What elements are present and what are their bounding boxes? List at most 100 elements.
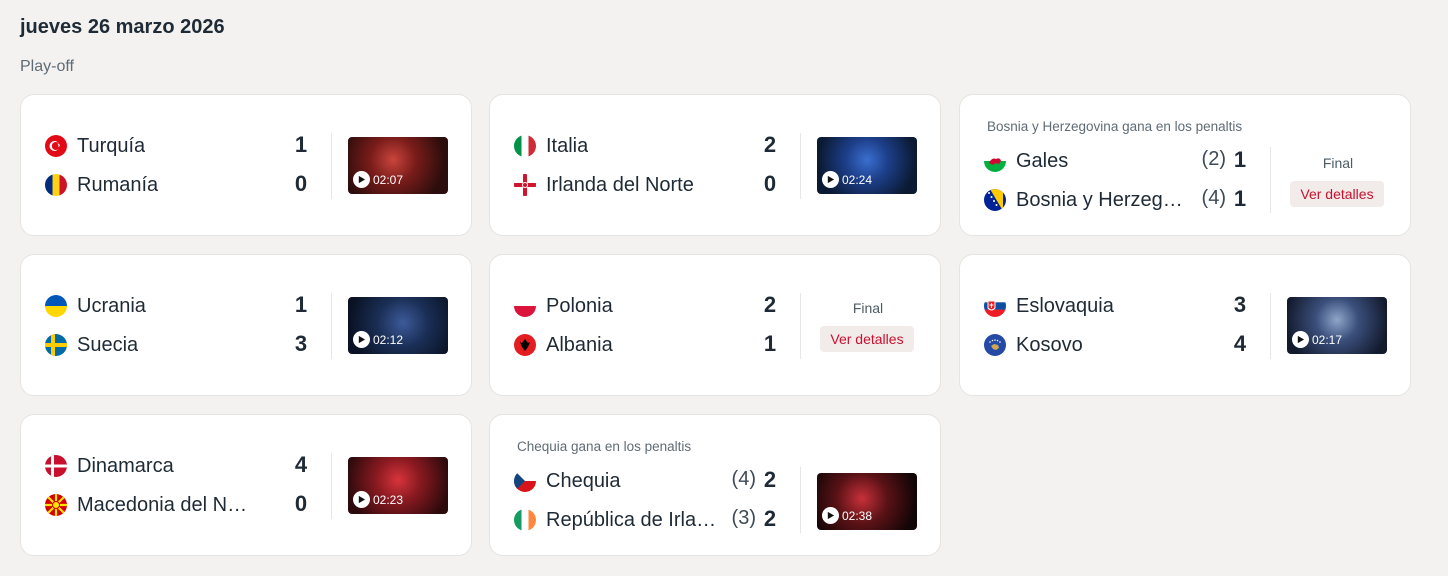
team-row-away[interactable]: Suecia — [45, 331, 315, 359]
ukraine-flag-icon — [45, 295, 67, 317]
team-score: 2 — [763, 467, 777, 492]
team-name: Rumanía — [77, 173, 159, 196]
play-icon — [353, 331, 370, 348]
divider — [800, 133, 801, 199]
team-row-home[interactable]: Polonia — [514, 292, 784, 320]
team-name: Turquía — [77, 134, 146, 157]
kosovo-flag-icon — [984, 334, 1006, 356]
divider — [800, 467, 801, 533]
team-row-away[interactable]: Albania — [514, 331, 784, 359]
play-icon — [353, 491, 370, 508]
video-duration: 02:23 — [373, 492, 404, 507]
team-score: 1 — [763, 331, 777, 356]
divider — [331, 453, 332, 519]
video-badge: 02:23 — [353, 491, 403, 508]
video-duration: 02:24 — [842, 172, 873, 187]
video-thumbnail[interactable]: 02:17 — [1287, 297, 1387, 354]
match-card[interactable]: Turquía 1 Rumanía 0 02:07 — [20, 94, 472, 236]
team-score: 2 — [763, 132, 777, 157]
team-row-home[interactable]: Ucrania — [45, 292, 315, 320]
video-thumbnail[interactable]: 02:38 — [817, 473, 917, 530]
divider — [1270, 293, 1271, 359]
match-status: Final — [852, 300, 884, 316]
team-name: Eslovaquia — [1016, 294, 1114, 317]
video-duration: 02:07 — [373, 172, 404, 187]
details-button[interactable]: Ver detalles — [1290, 181, 1384, 207]
north-macedonia-flag-icon — [45, 494, 67, 516]
match-card[interactable]: Italia 2 Irlanda del Norte 0 02:24 — [489, 94, 941, 236]
penalty-score: (4) — [731, 468, 756, 490]
team-name: Bosnia y Herzegovina — [1016, 188, 1191, 211]
sweden-flag-icon — [45, 334, 67, 356]
team-score: 2 — [763, 506, 777, 531]
team-name: Polonia — [546, 294, 613, 317]
team-score: 1 — [294, 132, 308, 157]
northern-ireland-flag-icon — [514, 174, 536, 196]
slovakia-flag-icon — [984, 295, 1006, 317]
team-name: Dinamarca — [77, 454, 174, 477]
divider — [331, 133, 332, 199]
video-duration: 02:17 — [1312, 332, 1343, 347]
penalty-note: Bosnia y Herzegovina gana en los penalti… — [987, 119, 1243, 134]
video-badge: 02:12 — [353, 331, 403, 348]
team-score: 1 — [1233, 186, 1247, 211]
team-name: Chequia — [546, 469, 621, 492]
team-score: 0 — [763, 171, 777, 196]
video-badge: 02:38 — [822, 507, 872, 524]
penalty-score: (4) — [1201, 187, 1226, 209]
team-score: 0 — [294, 491, 308, 516]
penalty-score: (2) — [1201, 148, 1226, 170]
team-name: Gales — [1016, 149, 1069, 172]
match-card[interactable]: Bosnia y Herzegovina gana en los penalti… — [959, 94, 1411, 236]
video-duration: 02:38 — [842, 508, 873, 523]
details-button[interactable]: Ver detalles — [820, 326, 914, 352]
team-score: 0 — [294, 171, 308, 196]
match-card[interactable]: Eslovaquia 3 Kosovo 4 02:17 — [959, 254, 1411, 396]
video-thumbnail[interactable]: 02:07 — [348, 137, 448, 194]
date-heading: jueves 26 marzo 2026 — [20, 16, 225, 38]
team-score: 2 — [763, 292, 777, 317]
team-name: Suecia — [77, 333, 139, 356]
wales-flag-icon — [984, 150, 1006, 172]
italy-flag-icon — [514, 135, 536, 157]
team-row-away[interactable]: Kosovo — [984, 331, 1254, 359]
match-card[interactable]: Chequia gana en los penaltis Chequia (4)… — [489, 414, 941, 556]
stage-label: Play-off — [20, 58, 74, 75]
video-thumbnail[interactable]: 02:24 — [817, 137, 917, 194]
team-name: Ucrania — [77, 294, 146, 317]
team-row-home[interactable]: Eslovaquia — [984, 292, 1254, 320]
team-row-away[interactable]: Irlanda del Norte — [514, 171, 784, 199]
video-thumbnail[interactable]: 02:12 — [348, 297, 448, 354]
team-name: Italia — [546, 134, 589, 157]
poland-flag-icon — [514, 295, 536, 317]
video-badge: 02:07 — [353, 171, 403, 188]
team-name: Kosovo — [1016, 333, 1083, 356]
team-row-away[interactable]: Macedonia del Norte — [45, 491, 315, 519]
team-score: 1 — [294, 292, 308, 317]
video-thumbnail[interactable]: 02:23 — [348, 457, 448, 514]
denmark-flag-icon — [45, 455, 67, 477]
play-icon — [822, 171, 839, 188]
video-duration: 02:12 — [373, 332, 404, 347]
team-score: 4 — [1233, 331, 1247, 356]
team-row-home[interactable]: Italia — [514, 132, 784, 160]
team-row-home[interactable]: Turquía — [45, 132, 315, 160]
team-row-away[interactable]: Rumanía — [45, 171, 315, 199]
team-name: Albania — [546, 333, 613, 356]
bosnia-flag-icon — [984, 189, 1006, 211]
play-icon — [822, 507, 839, 524]
match-status: Final — [1322, 155, 1354, 171]
match-card[interactable]: Dinamarca 4 Macedonia del Norte 0 02:23 — [20, 414, 472, 556]
penalty-score: (3) — [731, 507, 756, 529]
ireland-flag-icon — [514, 509, 536, 531]
team-row-home[interactable]: Dinamarca — [45, 452, 315, 480]
match-card[interactable]: Ucrania 1 Suecia 3 02:12 — [20, 254, 472, 396]
play-icon — [353, 171, 370, 188]
romania-flag-icon — [45, 174, 67, 196]
turkey-flag-icon — [45, 135, 67, 157]
team-score: 4 — [294, 452, 308, 477]
albania-flag-icon — [514, 334, 536, 356]
match-card[interactable]: Polonia 2 Albania 1 Final Ver detalles — [489, 254, 941, 396]
team-name: Irlanda del Norte — [546, 173, 694, 196]
team-name: Macedonia del Norte — [77, 493, 252, 516]
